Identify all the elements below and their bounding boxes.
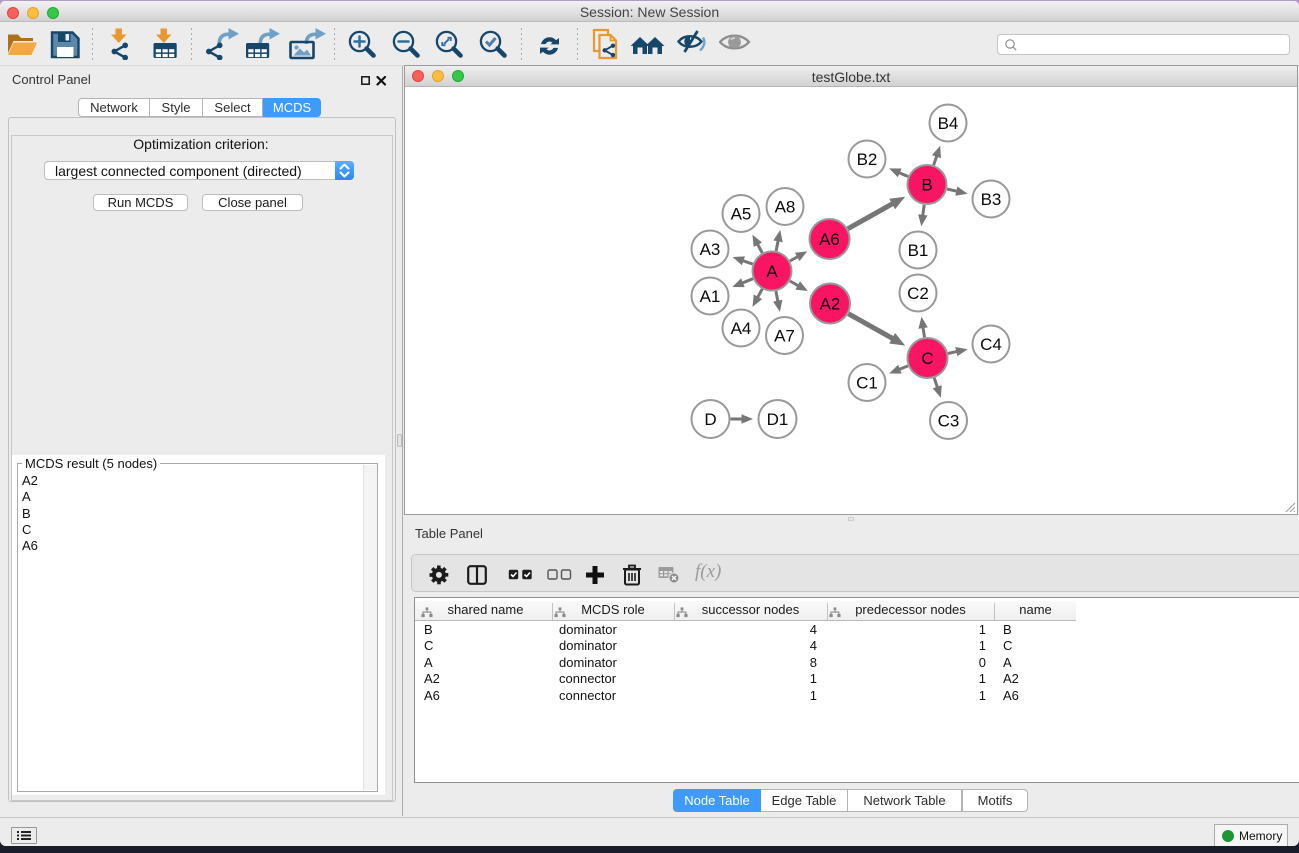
svg-text:A4: A4: [731, 319, 752, 338]
svg-text:A2: A2: [820, 295, 841, 314]
svg-text:A: A: [766, 262, 778, 281]
svg-text:B3: B3: [981, 190, 1002, 209]
svg-text:A3: A3: [700, 240, 721, 259]
svg-text:A8: A8: [775, 198, 796, 217]
svg-text:A7: A7: [774, 327, 795, 346]
svg-text:B2: B2: [857, 150, 878, 169]
svg-text:D1: D1: [767, 410, 789, 429]
svg-text:B4: B4: [938, 114, 959, 133]
svg-text:A6: A6: [819, 230, 840, 249]
svg-text:C2: C2: [907, 284, 929, 303]
svg-text:A1: A1: [700, 287, 721, 306]
svg-text:C: C: [921, 349, 933, 368]
svg-text:C4: C4: [980, 335, 1002, 354]
svg-text:C1: C1: [856, 374, 878, 393]
svg-text:B1: B1: [908, 241, 929, 260]
svg-text:B: B: [921, 176, 932, 195]
svg-text:A5: A5: [731, 205, 752, 224]
svg-text:D: D: [704, 410, 716, 429]
svg-text:C3: C3: [938, 412, 960, 431]
